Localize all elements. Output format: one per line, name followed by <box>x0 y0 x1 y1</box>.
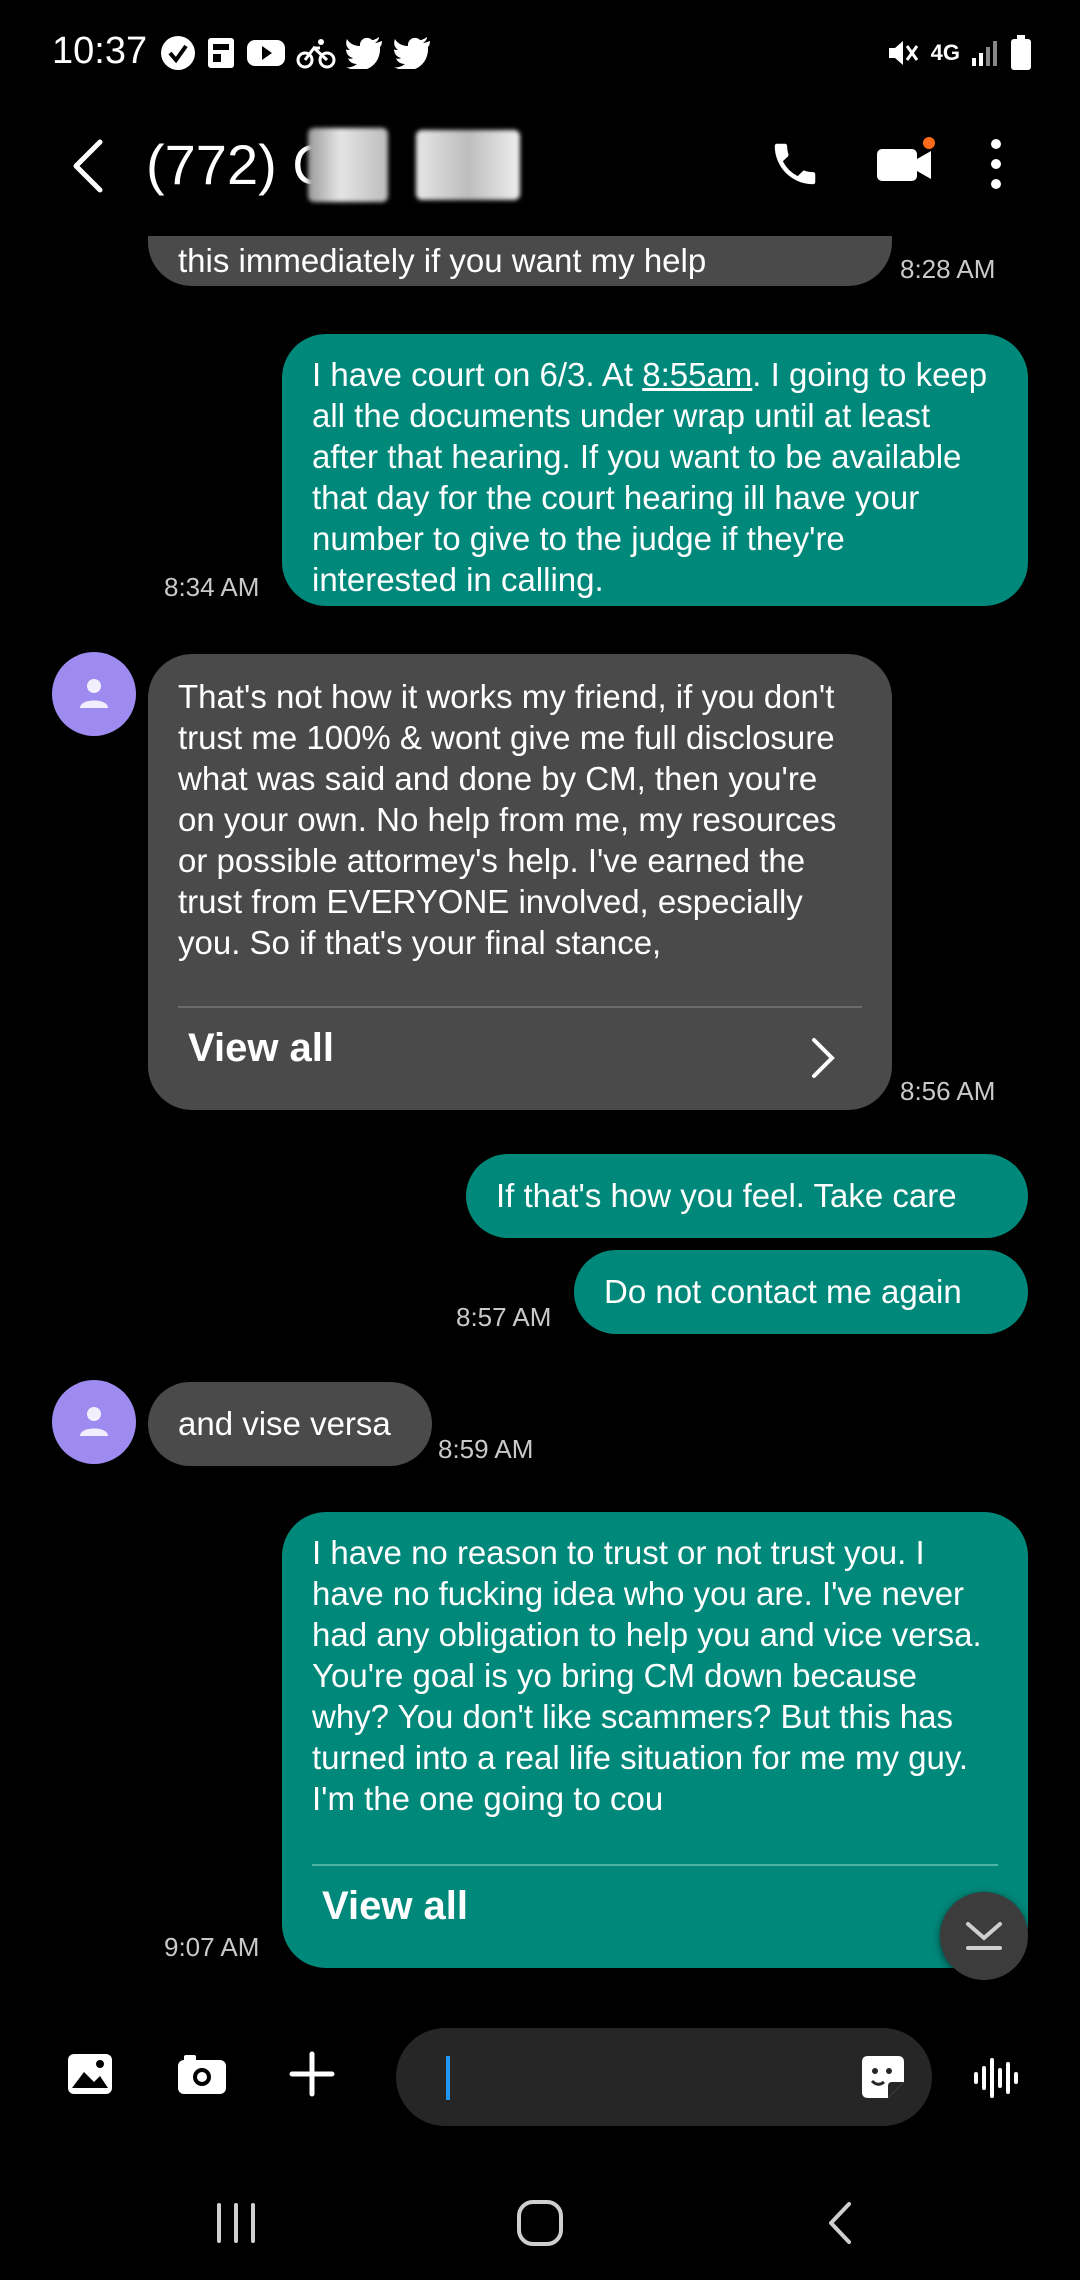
phone-icon <box>774 143 816 185</box>
scroll-down-icon <box>966 1922 1002 1950</box>
sticker-icon <box>862 2056 904 2098</box>
sticker-button[interactable] <box>858 2052 908 2104</box>
youtube-icon <box>246 38 286 68</box>
back-icon <box>73 139 103 193</box>
camera-icon <box>178 2055 226 2094</box>
outgoing-message[interactable]: I have court on 6/3. At 8:55am. I going … <box>282 334 1028 606</box>
message-timestamp: 8:28 AM <box>900 254 996 284</box>
status-right-icons: 4G <box>885 30 1032 76</box>
home-icon <box>517 2200 563 2246</box>
status-time: 10:37 <box>52 30 148 72</box>
message-input[interactable] <box>396 2028 932 2126</box>
message-timestamp: 8:34 AM <box>164 572 260 602</box>
contact-avatar[interactable] <box>52 1380 136 1464</box>
contact-name[interactable]: (772) C <box>146 132 333 197</box>
date-link[interactable]: 8:55am <box>642 356 752 393</box>
attach-button[interactable] <box>288 2050 344 2106</box>
message-text: and vise versa <box>178 1405 391 1442</box>
video-call-button[interactable] <box>862 132 948 196</box>
gallery-icon <box>68 2054 112 2094</box>
message-text: That's not how it works my friend, if yo… <box>178 678 837 961</box>
gallery-button[interactable] <box>66 2050 122 2106</box>
incoming-message[interactable]: That's not how it works my friend, if yo… <box>148 654 892 1110</box>
person-icon <box>80 1407 108 1436</box>
person-icon <box>80 679 108 708</box>
view-all-divider <box>178 1006 862 1008</box>
mute-icon <box>885 35 921 71</box>
view-all-label: View all <box>322 1884 469 1928</box>
message-text: Do not contact me again <box>604 1273 962 1310</box>
message-timestamp: 8:57 AM <box>456 1302 552 1332</box>
nav-back-button[interactable] <box>800 2190 880 2256</box>
4g-icon: 4G <box>930 40 960 65</box>
video-call-icon <box>877 137 935 181</box>
contact-avatar[interactable] <box>52 652 136 736</box>
message-timestamp: 8:59 AM <box>438 1434 534 1464</box>
p-badge-icon <box>206 36 236 70</box>
phone-button[interactable] <box>760 132 830 196</box>
message-timestamp: 8:56 AM <box>900 1076 996 1106</box>
scroll-to-bottom-button[interactable] <box>940 1892 1028 1980</box>
camera-button[interactable] <box>176 2050 232 2106</box>
outgoing-message[interactable]: Do not contact me again <box>574 1250 1028 1334</box>
chevron-right-icon <box>812 1038 835 1078</box>
message-text: I have no reason to trust or not trust y… <box>312 1534 982 1817</box>
status-left-icons <box>160 30 432 76</box>
view-all-button[interactable]: View all <box>188 1028 868 1092</box>
v-check-icon <box>160 35 196 71</box>
more-icon <box>991 139 1001 189</box>
message-text: If that's how you feel. Take care <box>496 1177 957 1214</box>
signal-icon <box>970 38 1000 68</box>
back-button[interactable] <box>60 130 116 202</box>
view-all-divider <box>312 1864 998 1866</box>
bike-icon <box>296 36 336 70</box>
message-timestamp: 9:07 AM <box>164 1932 260 1962</box>
more-options-button[interactable] <box>974 132 1018 196</box>
recents-button[interactable] <box>196 2190 276 2256</box>
voice-button[interactable] <box>972 2054 1028 2104</box>
outgoing-message[interactable]: If that's how you feel. Take care <box>466 1154 1028 1238</box>
recents-icon <box>217 2203 255 2243</box>
message-list[interactable]: this immediately if you want my help 8:2… <box>0 236 1080 1996</box>
redacted-name-part <box>416 130 520 200</box>
view-all-label: View all <box>188 1026 335 1070</box>
incoming-message[interactable]: and vise versa <box>148 1382 432 1466</box>
redacted-name-part <box>308 128 388 202</box>
incoming-message[interactable]: this immediately if you want my help <box>148 236 892 286</box>
battery-icon <box>1010 35 1032 71</box>
voice-icon <box>974 2058 1018 2098</box>
back-nav-icon <box>829 2202 851 2244</box>
message-text: I have court on 6/3. At 8:55am. I going … <box>312 356 988 598</box>
twitter-icon <box>346 37 384 69</box>
home-button[interactable] <box>500 2190 580 2256</box>
text-cursor <box>446 2056 450 2100</box>
outgoing-message[interactable]: I have no reason to trust or not trust y… <box>282 1512 1028 1968</box>
plus-icon <box>289 2051 335 2097</box>
view-all-button[interactable]: View all <box>322 1886 922 1950</box>
twitter-icon <box>394 37 432 69</box>
message-text: this immediately if you want my help <box>178 242 707 279</box>
